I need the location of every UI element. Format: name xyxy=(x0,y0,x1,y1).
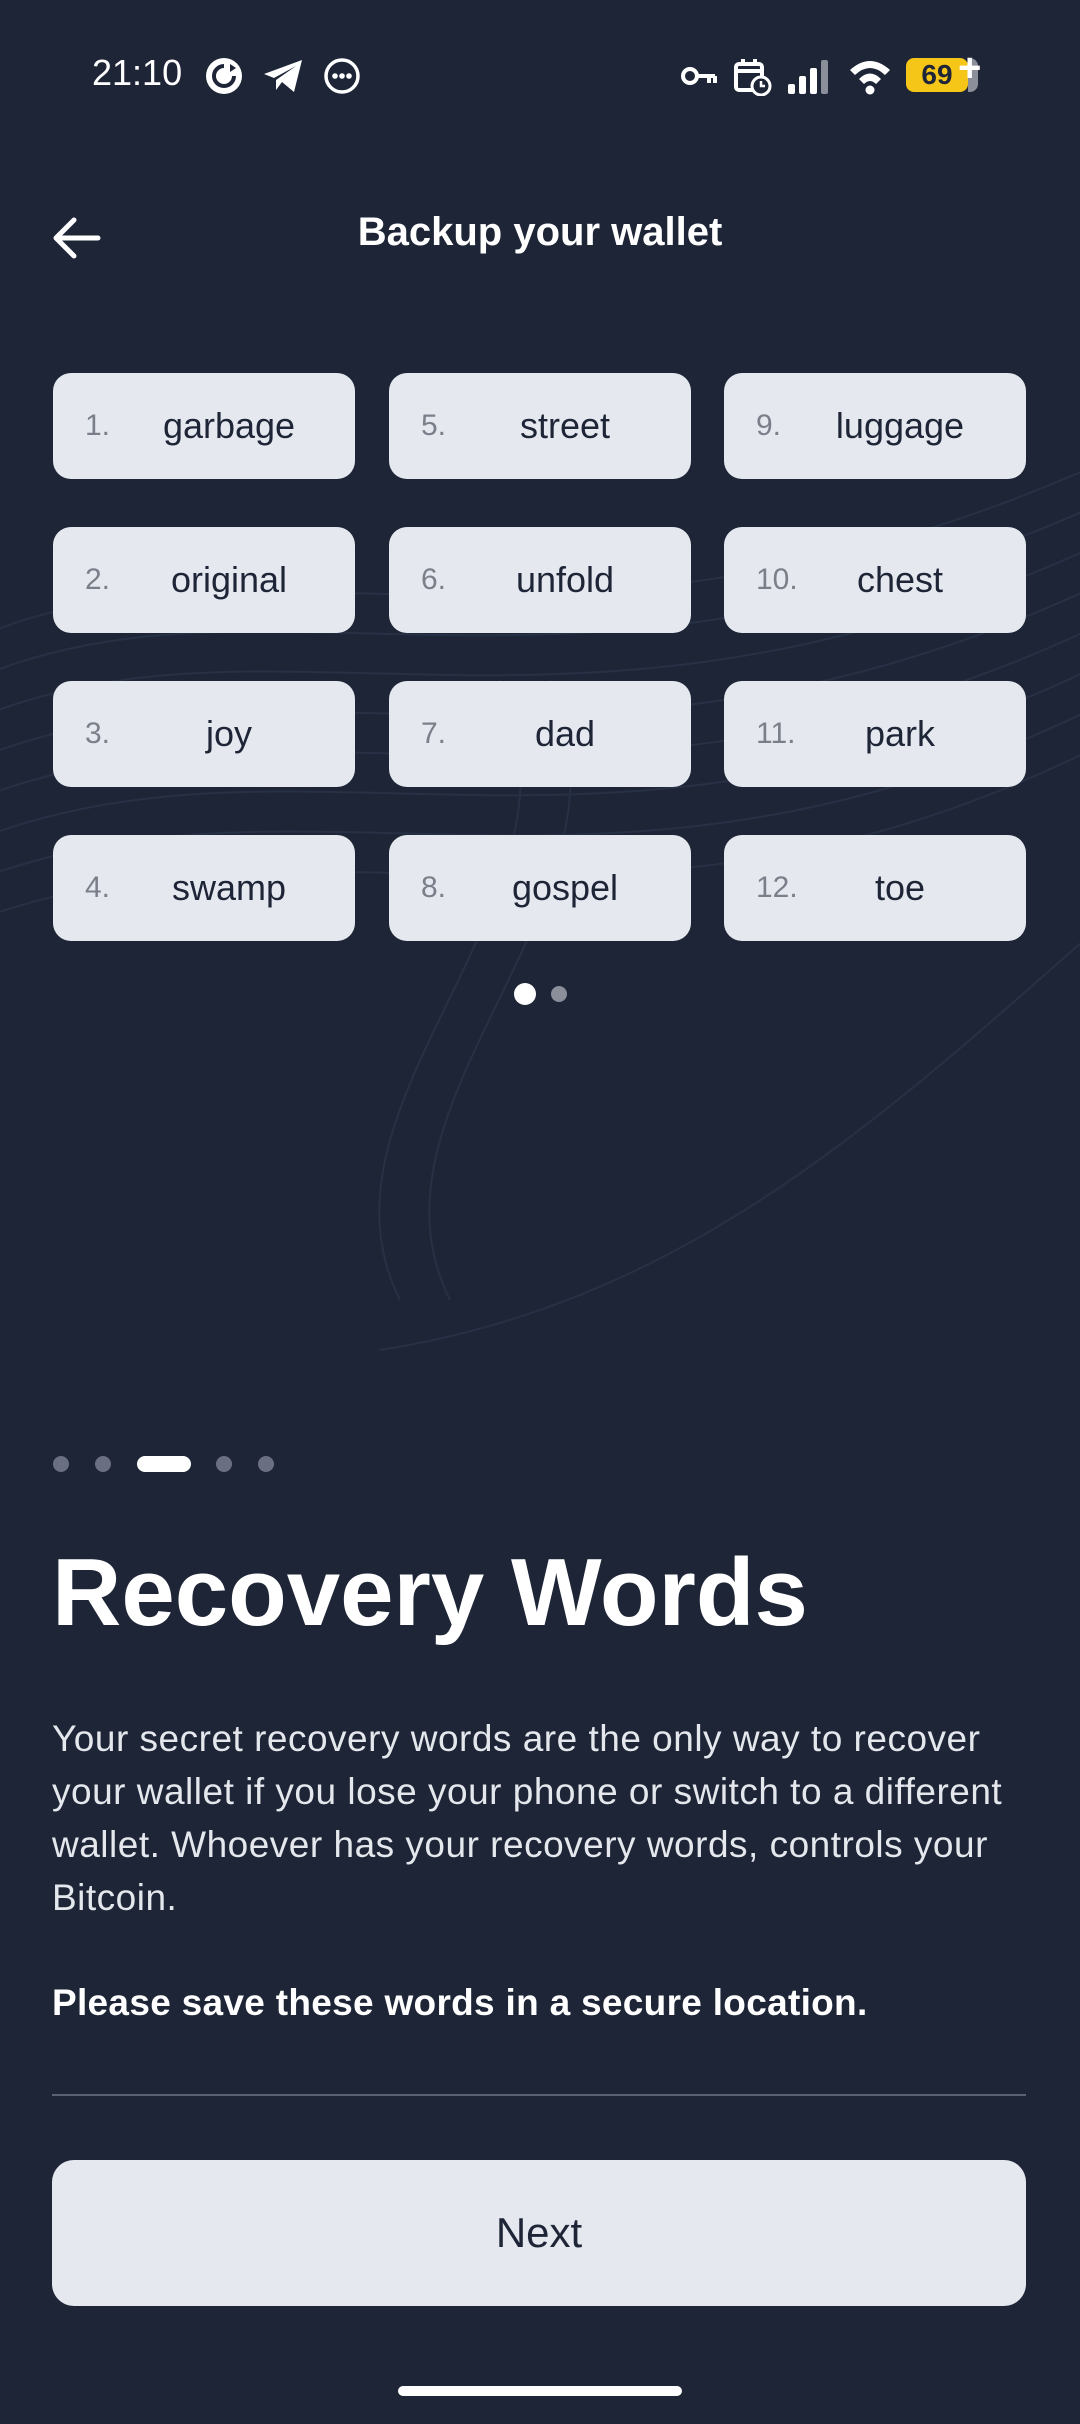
next-button[interactable]: Next xyxy=(52,2160,1026,2306)
word-number: 5. xyxy=(421,409,447,442)
wifi-icon xyxy=(850,61,890,95)
word-chip-5[interactable]: 5. street xyxy=(389,373,691,479)
word-text: street xyxy=(519,405,611,446)
word-text: original xyxy=(170,559,288,600)
sync-icon xyxy=(206,58,242,94)
word-number: 7. xyxy=(421,717,447,750)
word-text: garbage xyxy=(162,405,296,446)
status-time: 21:10 xyxy=(92,52,183,93)
pager-dot-active[interactable] xyxy=(514,983,536,1005)
step-dot-active xyxy=(137,1456,191,1472)
step-dot xyxy=(95,1456,111,1472)
calendar-icon xyxy=(734,59,772,96)
word-text: toe xyxy=(874,867,926,908)
word-chip-1[interactable]: 1. garbage xyxy=(53,373,355,479)
word-number: 3. xyxy=(85,717,111,750)
word-text: joy xyxy=(205,713,253,754)
word-chip-7[interactable]: 7. dad xyxy=(389,681,691,787)
page-title: Backup your wallet xyxy=(357,210,723,254)
word-number: 1. xyxy=(85,409,111,442)
charging-icon: + xyxy=(958,46,982,90)
word-chip-9[interactable]: 9. luggage xyxy=(724,373,1026,479)
word-number: 9. xyxy=(756,409,782,442)
word-chip-11[interactable]: 11. park xyxy=(724,681,1026,787)
pager-dot[interactable] xyxy=(551,986,567,1002)
word-number: 8. xyxy=(421,871,447,904)
vpn-key-icon xyxy=(681,67,717,85)
word-text: luggage xyxy=(835,405,965,446)
description-text: Your secret recovery words are the only … xyxy=(52,1718,1003,1918)
signal-icon xyxy=(788,60,828,94)
word-number: 2. xyxy=(85,563,111,596)
telegram-icon xyxy=(264,60,302,92)
status-bar: 21:10 69 + xyxy=(0,0,1080,150)
word-chip-6[interactable]: 6. unfold xyxy=(389,527,691,633)
word-number: 6. xyxy=(421,563,447,596)
word-text: dad xyxy=(534,713,596,754)
divider xyxy=(52,2094,1026,2096)
word-chip-2[interactable]: 2. original xyxy=(53,527,355,633)
step-dot xyxy=(258,1456,274,1472)
word-chip-4[interactable]: 4. swamp xyxy=(53,835,355,941)
section-heading: Recovery Words xyxy=(52,1539,808,1646)
word-text: chest xyxy=(856,559,944,600)
word-text: park xyxy=(864,713,936,754)
step-dot xyxy=(216,1456,232,1472)
word-chip-12[interactable]: 12. toe xyxy=(724,835,1026,941)
more-icon xyxy=(324,58,360,94)
word-chip-10[interactable]: 10. chest xyxy=(724,527,1026,633)
word-chip-3[interactable]: 3. joy xyxy=(53,681,355,787)
word-text: gospel xyxy=(511,867,619,908)
word-number: 4. xyxy=(85,871,111,904)
home-indicator[interactable] xyxy=(398,2386,682,2396)
word-text: unfold xyxy=(515,559,615,600)
step-dot xyxy=(53,1456,69,1472)
word-chip-8[interactable]: 8. gospel xyxy=(389,835,691,941)
word-text: swamp xyxy=(171,867,287,908)
save-warning-text: Please save these words in a secure loca… xyxy=(52,1982,868,2023)
